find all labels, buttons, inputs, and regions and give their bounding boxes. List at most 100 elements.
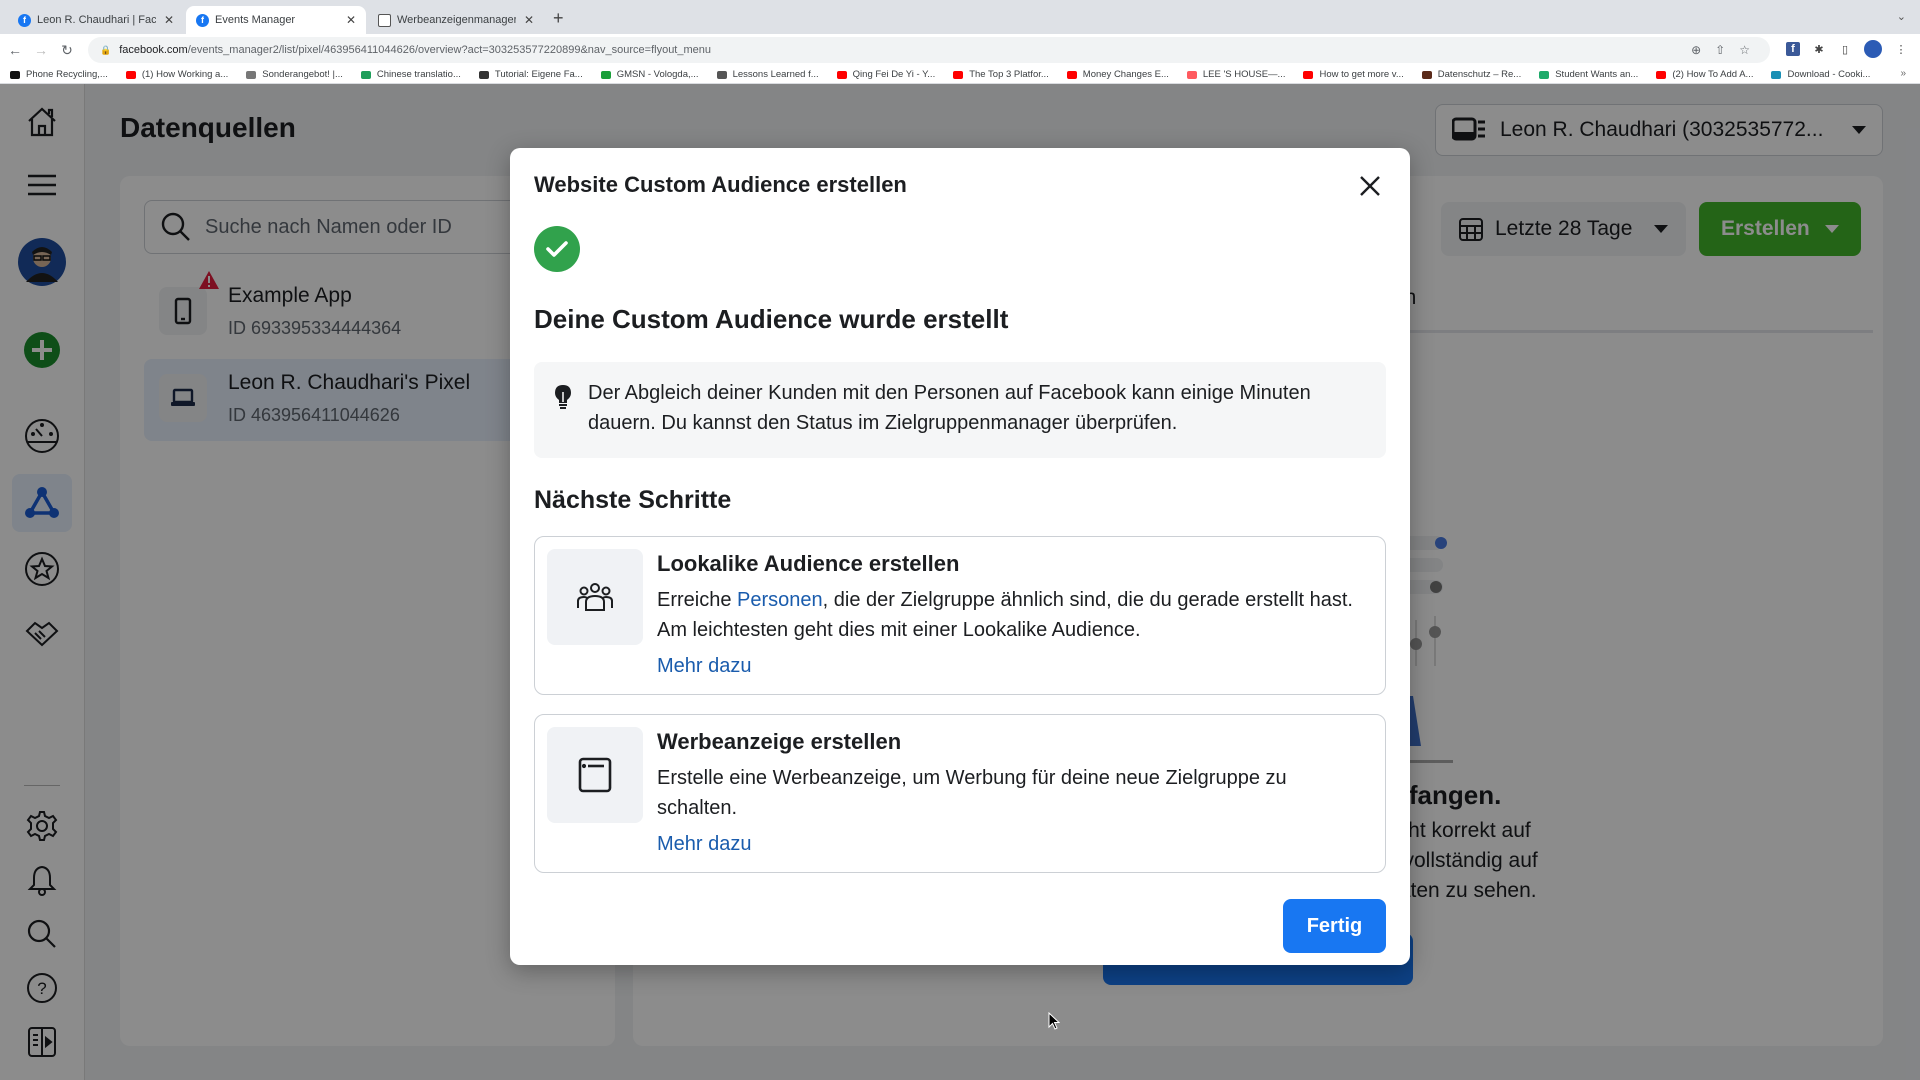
success-heading: Deine Custom Audience wurde erstellt	[534, 304, 1009, 334]
bookmark-item[interactable]: How to get more v...	[1303, 69, 1404, 80]
people-group-icon	[547, 549, 643, 645]
mouse-cursor	[1048, 1012, 1060, 1030]
step-card-create-ad[interactable]: Werbeanzeige erstellen Erstelle eine Wer…	[534, 714, 1386, 873]
bookmark-label: (1) How Working a...	[141, 69, 229, 80]
close-tab-icon[interactable]: ✕	[164, 13, 174, 27]
tab-label: Leon R. Chaudhari | Facebook	[37, 14, 156, 26]
success-checkmark-icon	[534, 226, 580, 272]
address-bar[interactable]: 🔒 facebook.com/events_manager2/list/pixe…	[88, 37, 1770, 63]
bookmark-label: Money Changes E...	[1082, 69, 1169, 80]
close-icon	[1360, 176, 1380, 196]
new-tab-button[interactable]: +	[553, 8, 564, 29]
bookmark-favicon-icon	[1066, 70, 1077, 79]
back-icon[interactable]: ←	[4, 42, 26, 58]
bookmark-favicon-icon	[600, 70, 611, 79]
bookmark-label: Download - Cooki...	[1787, 69, 1871, 80]
bookmark-item[interactable]: Phone Recycling,...	[10, 69, 108, 80]
browser-toolbar: ← → ↻ 🔒 facebook.com/events_manager2/lis…	[0, 34, 1920, 66]
tab-search-chevron-icon[interactable]: ⌄	[1897, 10, 1906, 23]
browser-tab-facebook[interactable]: f Leon R. Chaudhari | Facebook ✕	[8, 6, 184, 34]
step-title: Lookalike Audience erstellen	[657, 551, 960, 576]
step-description-text: Erreiche	[657, 589, 738, 611]
bookmark-item[interactable]: Chinese translatio...	[360, 69, 461, 80]
bookmark-label: GMSN - Vologda,...	[616, 69, 699, 80]
browser-tab-ads-manager[interactable]: Werbeanzeigenmanager - Wer ✕	[368, 6, 544, 34]
facebook-extension-icon[interactable]: f	[1786, 42, 1800, 56]
bookmark-favicon-icon	[716, 70, 727, 79]
bookmark-item[interactable]: The Top 3 Platfor...	[953, 69, 1049, 80]
extensions-puzzle-icon[interactable]: ✱	[1812, 42, 1826, 56]
bookmark-favicon-icon	[478, 70, 489, 79]
share-icon[interactable]: ⇧	[1715, 43, 1725, 57]
custom-audience-success-dialog: Website Custom Audience erstellen Deine …	[510, 148, 1410, 965]
bookmark-item[interactable]: GMSN - Vologda,...	[600, 69, 699, 80]
bookmarks-bar: Phone Recycling,... (1) How Working a... S…	[0, 66, 1920, 84]
bookmark-favicon-icon	[10, 70, 20, 79]
lock-icon: 🔒	[100, 44, 112, 55]
url-domain: facebook.com	[119, 44, 188, 56]
bookmark-item[interactable]: Student Wants an...	[1539, 69, 1638, 80]
bookmark-favicon-icon	[836, 70, 847, 79]
lightbulb-icon	[555, 385, 571, 409]
bookmark-star-icon[interactable]: ☆	[1739, 43, 1750, 57]
browser-tab-bar: f Leon R. Chaudhari | Facebook ✕ f Event…	[0, 0, 1920, 34]
dialog-title: Website Custom Audience erstellen	[534, 172, 907, 197]
bookmark-favicon-icon	[246, 70, 257, 79]
step-description: Erreiche Personen, die der Zielgruppe äh…	[657, 585, 1367, 645]
forward-icon[interactable]: →	[30, 42, 52, 58]
learn-more-link[interactable]: Mehr dazu	[657, 655, 752, 678]
step-description: Erstelle eine Werbeanzeige, um Werbung f…	[657, 767, 1287, 819]
done-button[interactable]: Fertig	[1283, 899, 1386, 953]
bookmark-item[interactable]: Datenschutz – Re...	[1421, 69, 1521, 80]
side-panel-icon[interactable]: ▯	[1838, 42, 1852, 56]
close-tab-icon[interactable]: ✕	[524, 13, 534, 27]
bookmark-favicon-icon	[1186, 70, 1197, 79]
bookmark-label: (2) How To Add A...	[1672, 69, 1754, 80]
info-notice: Der Abgleich deiner Kunden mit den Perso…	[534, 362, 1386, 458]
bookmark-item[interactable]: Tutorial: Eigene Fa...	[478, 69, 583, 80]
bookmark-label: Lessons Learned f...	[732, 69, 819, 80]
bookmark-favicon-icon	[1771, 70, 1782, 79]
browser-tab-events-manager[interactable]: f Events Manager ✕	[186, 6, 366, 34]
tab-label: Werbeanzeigenmanager - Wer	[397, 14, 516, 26]
bookmark-favicon-icon	[953, 70, 964, 79]
more-bookmarks-icon[interactable]: »	[1900, 68, 1906, 79]
bookmark-item[interactable]: Sonderangebot! |...	[246, 69, 343, 80]
bookmark-favicon-icon	[360, 70, 371, 79]
tab-label: Events Manager	[215, 14, 296, 26]
step-card-lookalike[interactable]: Lookalike Audience erstellen Erreiche Pe…	[534, 536, 1386, 695]
bookmark-item[interactable]: (2) How To Add A...	[1656, 69, 1753, 80]
bookmark-item[interactable]: (1) How Working a...	[125, 69, 229, 80]
profile-avatar[interactable]	[1864, 40, 1882, 58]
document-icon	[378, 13, 391, 27]
bookmark-label: Chinese translatio...	[376, 69, 461, 80]
bookmark-favicon-icon	[1421, 70, 1432, 79]
menu-kebab-icon[interactable]: ⋮	[1894, 42, 1908, 56]
info-text: Der Abgleich deiner Kunden mit den Perso…	[588, 382, 1311, 434]
close-dialog-button[interactable]	[1352, 168, 1388, 204]
people-link[interactable]: Personen	[737, 589, 823, 611]
bookmark-label: Phone Recycling,...	[26, 69, 108, 80]
bookmark-item[interactable]: Lessons Learned f...	[716, 69, 819, 80]
bookmark-label: LEE 'S HOUSE—...	[1202, 69, 1286, 80]
bookmark-item[interactable]: Download - Cooki...	[1771, 69, 1870, 80]
reload-icon[interactable]: ↻	[56, 42, 78, 59]
bookmark-favicon-icon	[1303, 70, 1314, 79]
bookmark-item[interactable]: Qing Fei De Yi - Y...	[836, 69, 936, 80]
bookmark-label: Qing Fei De Yi - Y...	[852, 69, 936, 80]
close-tab-icon[interactable]: ✕	[346, 13, 356, 27]
bookmark-favicon-icon	[1656, 70, 1667, 79]
bookmark-favicon-icon	[1539, 70, 1550, 79]
ad-window-icon	[547, 727, 643, 823]
bookmark-label: Student Wants an...	[1555, 69, 1639, 80]
facebook-icon: f	[196, 13, 209, 27]
next-steps-heading: Nächste Schritte	[534, 486, 732, 514]
learn-more-link[interactable]: Mehr dazu	[657, 833, 752, 856]
step-title: Werbeanzeige erstellen	[657, 729, 902, 754]
facebook-icon: f	[18, 13, 31, 27]
bookmark-label: Tutorial: Eigene Fa...	[494, 69, 583, 80]
bookmark-item[interactable]: Money Changes E...	[1066, 69, 1169, 80]
zoom-icon[interactable]: ⊕	[1691, 43, 1701, 57]
bookmark-label: The Top 3 Platfor...	[969, 69, 1049, 80]
bookmark-item[interactable]: LEE 'S HOUSE—...	[1186, 69, 1286, 80]
